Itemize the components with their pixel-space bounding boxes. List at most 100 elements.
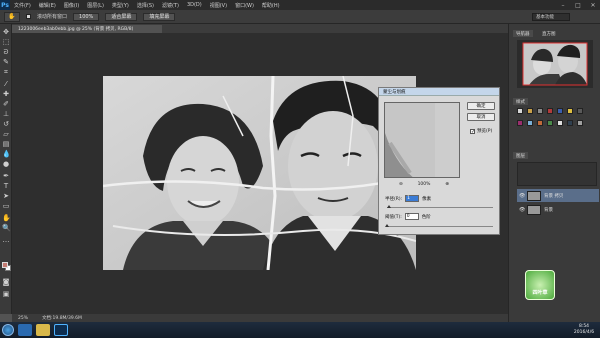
- quick-select-tool-icon[interactable]: ✎: [2, 58, 10, 66]
- workspace-select[interactable]: 基本功能: [532, 13, 570, 21]
- zoom-tool-icon[interactable]: 🔍: [2, 224, 11, 232]
- lasso-tool-icon[interactable]: ᘐ: [2, 48, 10, 56]
- style-swatch[interactable]: [527, 108, 533, 114]
- tab-layers[interactable]: 图层: [513, 152, 528, 159]
- clock-date: 2016/4/6: [573, 330, 595, 335]
- preview-zoom-row: ⊖ 100% ⊕: [399, 182, 449, 187]
- menu-type[interactable]: 类型(Y): [108, 2, 133, 9]
- zoom-in-icon[interactable]: ⊕: [445, 182, 449, 187]
- extra-tools-icon[interactable]: …: [2, 236, 10, 244]
- restore-icon[interactable]: □: [571, 0, 585, 10]
- style-swatch[interactable]: [557, 108, 563, 114]
- style-swatch[interactable]: [577, 120, 583, 126]
- threshold-label: 阈值(T):: [385, 214, 402, 220]
- radius-unit: 像素: [422, 196, 432, 202]
- shape-tool-icon[interactable]: ▭: [2, 202, 10, 210]
- radius-slider-thumb[interactable]: [387, 205, 391, 208]
- layer-row-selected[interactable]: 👁 背景 拷贝: [517, 189, 599, 202]
- pen-tool-icon[interactable]: ✒: [2, 172, 10, 180]
- threshold-row: 阈值(T): 0 色阶: [385, 213, 431, 220]
- radius-slider[interactable]: [387, 205, 493, 208]
- gradient-tool-icon[interactable]: ▤: [2, 140, 10, 148]
- blur-tool-icon[interactable]: 💧: [2, 150, 11, 158]
- document-tab-bar: 1223006eeb3ab0ebb.jpg @ 25% (背景 拷贝, RGB/…: [12, 24, 508, 33]
- zoom-100-button[interactable]: 100%: [73, 12, 100, 21]
- document-size: 文档:19.8M/39.6M: [42, 316, 82, 321]
- old-photo-image[interactable]: [103, 76, 416, 270]
- menu-select[interactable]: 选择(S): [133, 2, 158, 9]
- foreground-color-swatch[interactable]: [2, 262, 8, 268]
- scroll-all-windows-checkbox[interactable]: [26, 14, 31, 19]
- hand-tool-preset-icon[interactable]: ✋: [4, 11, 20, 22]
- menu-view[interactable]: 视图(V): [206, 2, 231, 9]
- radius-label: 半径(R):: [385, 196, 403, 202]
- style-swatch[interactable]: [527, 120, 533, 126]
- zoom-level[interactable]: 25%: [18, 316, 28, 321]
- ok-button[interactable]: 确定: [467, 102, 495, 110]
- move-tool-icon[interactable]: ✥: [2, 28, 10, 36]
- threshold-slider-thumb[interactable]: [385, 224, 389, 227]
- crop-tool-icon[interactable]: ⌗: [2, 68, 10, 76]
- filter-preview[interactable]: [384, 102, 460, 178]
- style-swatch[interactable]: [547, 108, 553, 114]
- menu-window[interactable]: 窗口(W): [231, 2, 258, 9]
- menu-image[interactable]: 图像(I): [60, 2, 83, 9]
- path-select-tool-icon[interactable]: ➤: [2, 192, 10, 200]
- style-swatch[interactable]: [567, 120, 573, 126]
- marquee-tool-icon[interactable]: ⬚: [2, 38, 10, 46]
- start-button-icon[interactable]: [2, 324, 14, 336]
- tray-clock[interactable]: 8:54 2016/4/6: [572, 324, 596, 336]
- clone-stamp-tool-icon[interactable]: ⊥: [2, 110, 10, 118]
- cancel-button[interactable]: 取消: [467, 113, 495, 121]
- zoom-out-icon[interactable]: ⊖: [399, 182, 403, 187]
- close-icon[interactable]: ✕: [586, 0, 600, 10]
- eraser-tool-icon[interactable]: ▱: [2, 130, 10, 138]
- menu-file[interactable]: 文件(F): [10, 2, 35, 9]
- layer-name: 背景 拷贝: [544, 193, 564, 199]
- eyedropper-tool-icon[interactable]: ⁄: [2, 80, 10, 88]
- photoshop-taskbar-icon[interactable]: [54, 324, 68, 336]
- options-bar: ✋ 滚动所有窗口 100% 适合屏幕 填充屏幕 基本功能: [0, 10, 600, 24]
- history-brush-tool-icon[interactable]: ↺: [2, 120, 10, 128]
- screen-mode-icon[interactable]: ▣: [2, 290, 10, 298]
- document-tab[interactable]: 1223006eeb3ab0ebb.jpg @ 25% (背景 拷贝, RGB/…: [12, 25, 162, 33]
- dodge-tool-icon[interactable]: ●: [2, 160, 10, 168]
- fill-screen-button[interactable]: 填充屏幕: [143, 12, 176, 21]
- style-swatch[interactable]: [557, 120, 563, 126]
- brush-tool-icon[interactable]: ✐: [2, 100, 10, 108]
- style-swatch[interactable]: [517, 108, 523, 114]
- menu-filter[interactable]: 滤镜(T): [158, 2, 183, 9]
- menu-edit[interactable]: 编辑(E): [35, 2, 60, 9]
- style-swatch[interactable]: [577, 108, 583, 114]
- tab-navigator[interactable]: 导航器: [513, 30, 533, 37]
- tab-styles[interactable]: 样式: [513, 98, 528, 105]
- tab-histogram[interactable]: 直方图: [539, 30, 559, 37]
- threshold-slider[interactable]: [385, 224, 493, 227]
- eye-icon[interactable]: 👁: [519, 207, 525, 213]
- eye-icon[interactable]: 👁: [519, 193, 525, 199]
- hand-tool-icon[interactable]: ✋: [2, 214, 11, 222]
- style-swatch[interactable]: [537, 108, 543, 114]
- style-swatch[interactable]: [517, 120, 523, 126]
- style-swatch[interactable]: [547, 120, 553, 126]
- menu-3d[interactable]: 3D(D): [183, 2, 206, 8]
- ie-icon[interactable]: [18, 324, 32, 336]
- menu-help[interactable]: 帮助(H): [258, 2, 284, 9]
- threshold-input[interactable]: 0: [404, 213, 419, 220]
- preview-checkbox[interactable]: ✓: [470, 128, 475, 134]
- minimize-icon[interactable]: –: [556, 0, 570, 10]
- radius-input[interactable]: 1: [405, 195, 420, 202]
- quick-mask-icon[interactable]: ◙: [2, 278, 10, 286]
- healing-brush-tool-icon[interactable]: ✚: [2, 90, 10, 98]
- style-swatch[interactable]: [537, 120, 543, 126]
- style-swatch[interactable]: [567, 108, 573, 114]
- explorer-icon[interactable]: [36, 324, 50, 336]
- layer-row[interactable]: 👁 背景: [517, 203, 599, 216]
- styles-grid: [517, 108, 597, 148]
- preview-checkbox-row[interactable]: ✓ 预览(P): [470, 128, 492, 134]
- fit-screen-button[interactable]: 适合屏幕: [105, 12, 138, 21]
- menu-layer[interactable]: 图层(L): [83, 2, 108, 9]
- layer-name: 背景: [544, 207, 553, 213]
- navigator-thumbnail[interactable]: [517, 40, 593, 88]
- type-tool-icon[interactable]: T: [2, 182, 10, 190]
